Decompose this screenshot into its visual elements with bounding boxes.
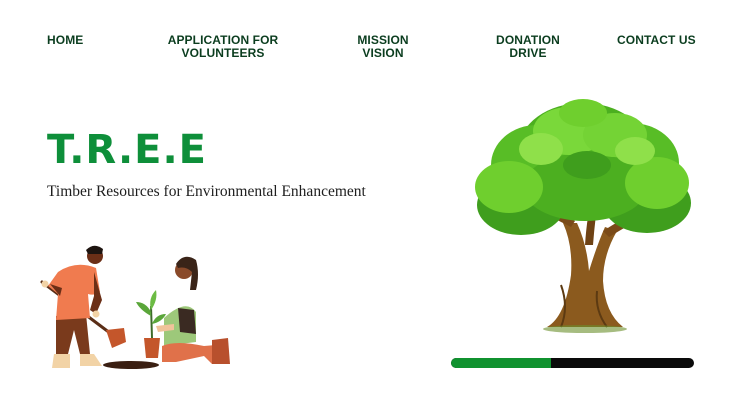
nav-volunteers-label-line2: VOLUNTEERS (181, 46, 265, 60)
nav-home[interactable]: HOME (47, 34, 83, 47)
landing-page: HOME APPLICATION FOR VOLUNTEERS MISSION … (0, 0, 731, 405)
planting-people-illustration (40, 245, 230, 369)
nav-volunteers[interactable]: APPLICATION FOR VOLUNTEERS (167, 34, 279, 60)
nav-contact-us[interactable]: CONTACT US (617, 34, 696, 47)
hero-subtitle: Timber Resources for Environmental Enhan… (47, 183, 366, 200)
progress-bar-fill (451, 358, 551, 368)
nav-mission-label-line2: VISION (362, 46, 404, 60)
nav-home-label: HOME (47, 33, 84, 47)
tree-illustration (475, 99, 691, 333)
progress-bar (451, 358, 694, 368)
nav-donation-label-line2: DRIVE (509, 46, 547, 60)
nav-donation-drive[interactable]: DONATION DRIVE (492, 34, 564, 60)
hero-title: T.R.E.E (47, 127, 207, 173)
nav-mission-vision[interactable]: MISSION VISION (352, 34, 414, 60)
nav-contact-label: CONTACT US (617, 33, 696, 47)
